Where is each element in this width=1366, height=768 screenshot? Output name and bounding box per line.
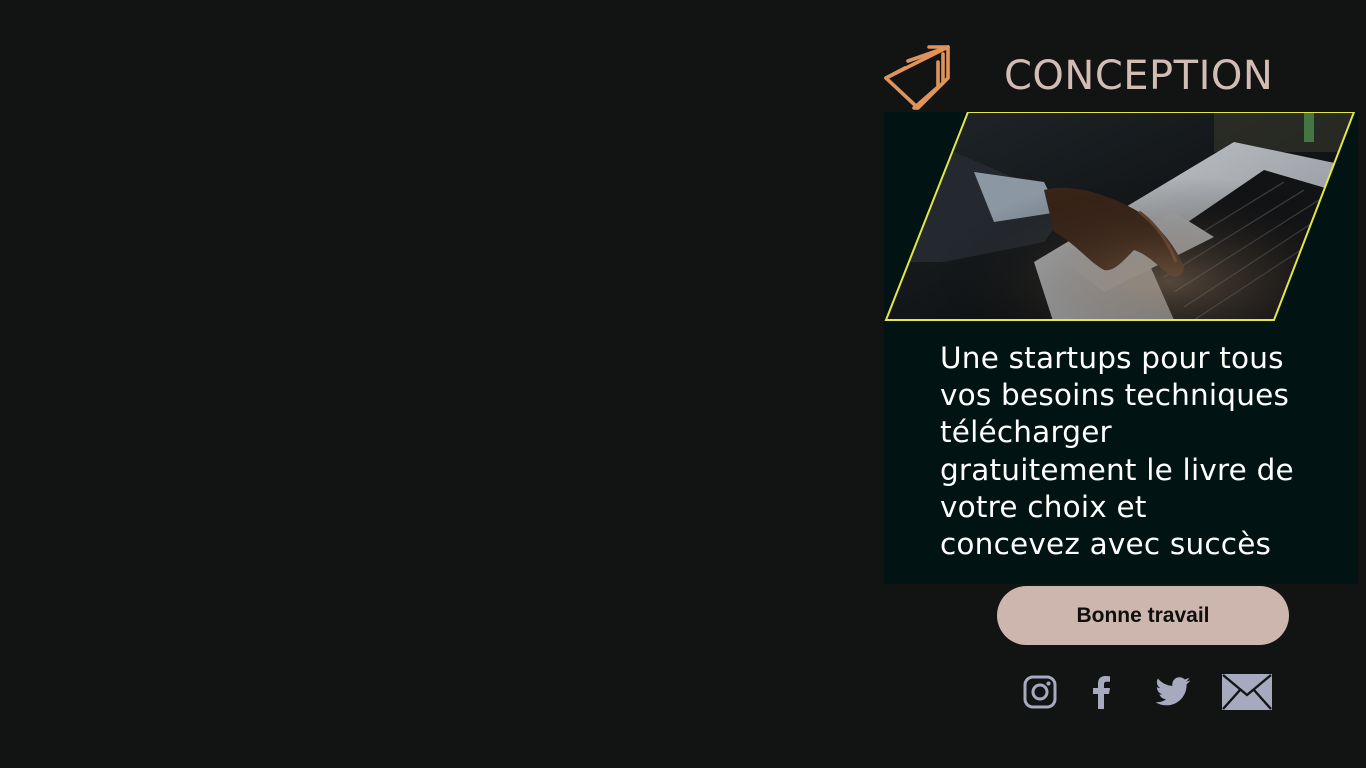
logo-icon [883, 44, 951, 112]
tagline-line: concevez avec succès [940, 527, 1272, 562]
instagram-icon[interactable] [1020, 668, 1060, 716]
brand-title: CONCEPTION [1004, 53, 1274, 99]
tagline: Une startups pour tous vos besoins techn… [940, 340, 1340, 563]
tagline-line: télécharger [940, 415, 1112, 450]
bonne-travail-button[interactable]: Bonne travail [997, 586, 1289, 645]
facebook-icon[interactable] [1086, 668, 1118, 716]
hero-image [884, 111, 1358, 324]
email-icon[interactable] [1220, 668, 1274, 716]
promo-card: Une startups pour tous vos besoins techn… [884, 111, 1358, 584]
page: CONCEPTION Une startups pour tous vos be… [0, 0, 1366, 768]
twitter-icon[interactable] [1152, 668, 1194, 716]
tagline-line: gratuitement le livre de [940, 452, 1294, 487]
tagline-line: vos besoins techniques [940, 378, 1290, 413]
tagline-line: votre choix et [940, 489, 1147, 524]
tagline-line: Une startups pour tous [940, 341, 1284, 375]
